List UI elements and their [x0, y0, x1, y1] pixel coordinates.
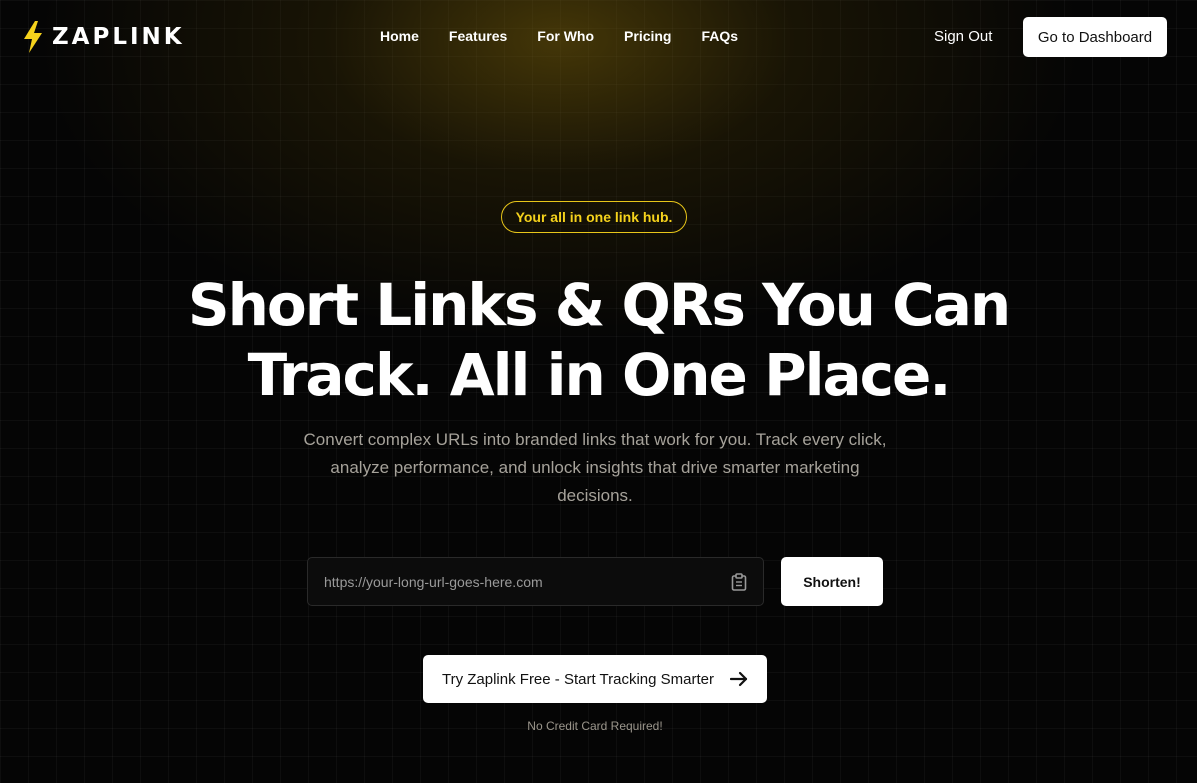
nav-item-faqs[interactable]: FAQs: [702, 28, 739, 44]
nav-item-home[interactable]: Home: [380, 28, 419, 44]
hero-badge: Your all in one link hub.: [501, 201, 687, 233]
url-input-container: [307, 557, 764, 606]
go-to-dashboard-button[interactable]: Go to Dashboard: [1023, 17, 1167, 57]
brand-name: ZAPLINK: [52, 24, 185, 50]
shorten-button[interactable]: Shorten!: [781, 557, 883, 606]
sign-out-link[interactable]: Sign Out: [934, 28, 992, 45]
no-credit-card-note: No Credit Card Required!: [527, 719, 663, 733]
site-header: ZAPLINK Home Features For Who Pricing FA…: [0, 0, 1197, 74]
brand-logo[interactable]: ZAPLINK: [22, 20, 185, 54]
hero-headline-line-2: Track. All in One Place.: [247, 341, 952, 409]
nav-item-features[interactable]: Features: [449, 28, 507, 44]
hero-headline: Short Links & QRs You Can Track. All in …: [100, 270, 1097, 410]
clipboard-icon[interactable]: [731, 573, 747, 591]
hero-headline-line-1: Short Links & QRs You Can: [187, 271, 1011, 339]
try-free-label: Try Zaplink Free - Start Tracking Smarte…: [441, 670, 714, 688]
nav-item-pricing[interactable]: Pricing: [624, 28, 671, 44]
lightning-bolt-icon: [24, 21, 42, 53]
main-nav: Home Features For Who Pricing FAQs: [380, 28, 768, 44]
landing-page: ZAPLINK Home Features For Who Pricing FA…: [0, 0, 1197, 783]
hero-subtitle: Convert complex URLs into branded links …: [303, 430, 887, 505]
url-input[interactable]: [308, 558, 718, 605]
arrow-right-icon: [730, 671, 748, 687]
try-free-button[interactable]: Try Zaplink Free - Start Tracking Smarte…: [423, 655, 767, 703]
nav-item-for-who[interactable]: For Who: [537, 28, 594, 44]
